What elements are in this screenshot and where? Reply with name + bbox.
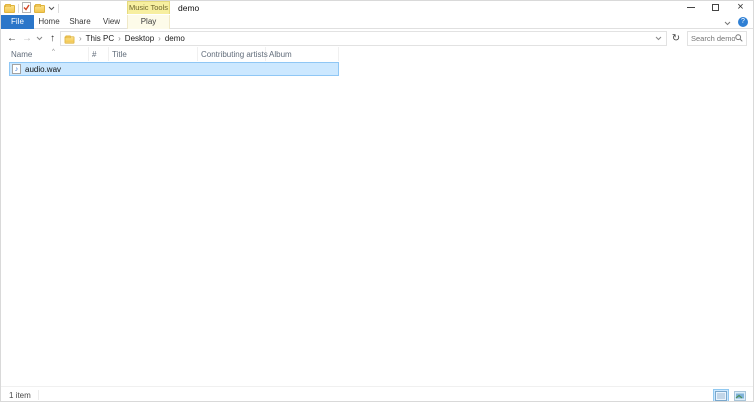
expand-ribbon-chevron-icon[interactable] — [724, 19, 731, 28]
breadcrumb-chevron[interactable]: › — [79, 34, 82, 43]
window-controls: × — [678, 1, 753, 14]
properties-icon[interactable] — [22, 1, 31, 15]
column-header-contributing-artists[interactable]: Contributing artists — [198, 47, 268, 61]
divider — [18, 3, 19, 13]
minimize-button[interactable] — [678, 1, 703, 14]
tab-share[interactable]: Share — [64, 15, 96, 29]
column-header-row: Name ^ # Title Contributing artists Albu… — [1, 47, 753, 61]
close-button[interactable]: × — [728, 1, 753, 14]
file-list: ♪ audio.wav — [1, 61, 753, 385]
details-view-icon — [715, 390, 727, 401]
minimize-icon — [686, 7, 695, 8]
address-bar-row: ← → ↑ › This PC › Desktop › demo ↻ — [1, 30, 753, 47]
search-input[interactable] — [691, 34, 735, 43]
search-icon[interactable] — [735, 33, 743, 44]
column-header-name[interactable]: Name ^ — [8, 47, 89, 61]
column-header-number[interactable]: # — [89, 47, 109, 61]
contextual-tab-group-label: Music Tools — [127, 1, 170, 14]
search-box[interactable] — [687, 31, 747, 46]
new-folder-icon[interactable] — [34, 4, 45, 13]
customize-quick-access-chevron-icon[interactable] — [48, 4, 55, 13]
column-header-title[interactable]: Title — [109, 47, 198, 61]
help-button[interactable]: ? — [738, 17, 748, 27]
window-title: demo — [178, 3, 200, 13]
view-toggles — [713, 389, 748, 401]
item-count: 1 item — [9, 391, 31, 400]
details-view-button[interactable] — [713, 389, 729, 401]
breadcrumb-chevron[interactable]: › — [118, 34, 121, 43]
ribbon-tab-row: File Home Share View Play ? — [1, 15, 753, 29]
tab-play[interactable]: Play — [127, 15, 170, 29]
breadcrumb-desktop[interactable]: Desktop — [125, 34, 154, 43]
thumbnails-view-icon — [734, 390, 746, 401]
forward-button[interactable]: → — [20, 30, 34, 47]
status-bar: 1 item — [1, 386, 753, 401]
sort-ascending-icon: ^ — [52, 49, 55, 55]
recent-locations-chevron-icon[interactable] — [34, 30, 44, 47]
quick-access-toolbar — [4, 1, 59, 15]
breadcrumb-demo[interactable]: demo — [165, 34, 185, 43]
column-header-album[interactable]: Album — [266, 47, 339, 61]
file-name: audio.wav — [25, 64, 62, 74]
tab-file[interactable]: File — [1, 15, 34, 29]
divider — [38, 390, 39, 400]
breadcrumb-this-pc[interactable]: This PC — [86, 34, 114, 43]
refresh-button[interactable]: ↻ — [669, 31, 683, 46]
close-icon: × — [737, 1, 744, 13]
location-folder-icon[interactable] — [64, 35, 75, 44]
address-bar[interactable]: › This PC › Desktop › demo — [60, 31, 667, 46]
audio-file-icon: ♪ — [12, 64, 21, 74]
app-folder-icon[interactable] — [4, 4, 15, 13]
column-header-label: Name — [11, 50, 33, 59]
tab-view[interactable]: View — [96, 15, 127, 29]
address-dropdown-chevron-icon[interactable] — [655, 34, 662, 43]
tab-home[interactable]: Home — [34, 15, 64, 29]
title-bar: Music Tools demo × — [1, 1, 753, 15]
maximize-icon — [712, 4, 719, 11]
divider — [58, 3, 59, 13]
back-button[interactable]: ← — [5, 30, 19, 47]
maximize-button[interactable] — [703, 1, 728, 14]
thumbnails-view-button[interactable] — [732, 389, 748, 401]
file-row-audio-wav[interactable]: ♪ audio.wav — [9, 62, 339, 76]
breadcrumb-chevron[interactable]: › — [158, 34, 161, 43]
file-explorer-window: Music Tools demo × File Home Share View … — [0, 0, 754, 402]
